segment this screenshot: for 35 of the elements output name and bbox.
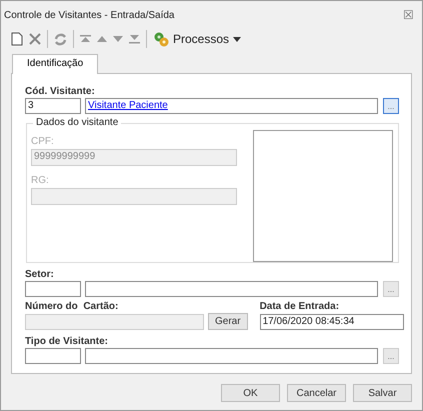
window-title: Controle de Visitantes - Entrada/Saída — [4, 10, 174, 20]
input-field[interactable] — [25, 348, 81, 364]
field-label: RG: — [31, 175, 50, 186]
group-title: Dados do visitante — [33, 117, 122, 128]
input-field[interactable] — [25, 281, 81, 297]
gears-icon — [153, 31, 169, 47]
first-record-icon[interactable] — [80, 34, 91, 44]
refresh-icon[interactable] — [54, 32, 67, 46]
field-label: Tipo de Visitante: — [25, 336, 109, 347]
last-record-icon[interactable] — [129, 34, 140, 44]
field-label: Data de Entrada: — [260, 301, 340, 312]
input-field[interactable]: 3 — [25, 98, 81, 114]
tab[interactable]: Identificação — [12, 54, 98, 74]
lookup-button[interactable]: ... — [383, 98, 399, 114]
ok-button[interactable]: OK — [221, 384, 280, 402]
date-field[interactable]: 17/06/2020 08:45:34 — [260, 314, 404, 330]
save-button[interactable]: Salvar — [353, 384, 412, 402]
input-field[interactable] — [85, 281, 378, 297]
input-field[interactable] — [85, 348, 378, 364]
field-label: Número do Cartão: — [25, 301, 120, 312]
field-label: Cód. Visitante: — [25, 86, 96, 97]
caret-icon — [233, 36, 242, 42]
previous-record-icon[interactable] — [97, 36, 107, 42]
cancel-button[interactable]: Cancelar — [287, 384, 346, 402]
lookup-button[interactable]: ... — [383, 281, 399, 297]
close-button[interactable]: ☒ — [403, 8, 414, 22]
delete-icon[interactable] — [29, 33, 41, 45]
visitor-link[interactable]: Visitante Paciente — [88, 100, 168, 111]
processes-menu-button[interactable]: Processos — [153, 31, 242, 47]
input-field[interactable]: Visitante Paciente — [85, 98, 378, 114]
field-label: Setor: — [25, 269, 55, 280]
field-label: CPF: — [31, 136, 55, 147]
lookup-button[interactable]: ... — [383, 348, 399, 364]
next-record-icon[interactable] — [113, 36, 123, 42]
new-document-icon[interactable] — [11, 32, 23, 46]
